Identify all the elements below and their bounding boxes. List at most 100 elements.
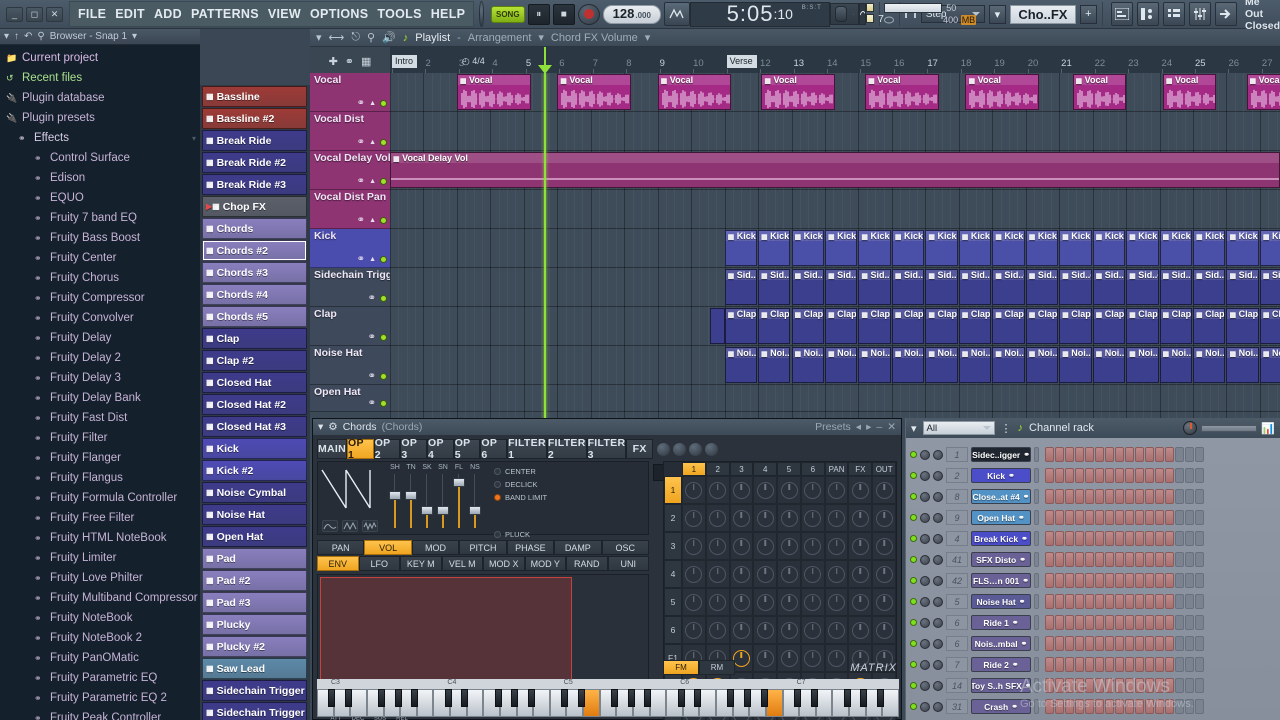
pattern-item[interactable]: ▦ Closed Hat [202,372,307,393]
playlist-clip[interactable]: ▦ Clap [1193,308,1226,344]
step-button[interactable] [1055,510,1064,525]
chevron-down-icon[interactable]: ▾ [132,31,137,42]
channel-volume-knob[interactable] [933,680,943,691]
playlist-clip[interactable]: ▦ Kick [1092,230,1126,266]
step-button[interactable] [1055,447,1064,462]
channel-pan-knob[interactable] [920,470,930,481]
step-button[interactable] [1065,447,1074,462]
slip-icon[interactable]: ⚭ [345,55,354,68]
matrix-knob[interactable] [732,621,750,639]
step-button[interactable] [1155,510,1164,525]
pattern-item[interactable]: ▦ Pad [202,548,307,569]
playlist-clip[interactable]: ▦ Noi..at [758,347,791,383]
channel-pan-knob[interactable] [920,533,930,544]
step-button[interactable] [1095,552,1104,567]
radio-icon[interactable] [494,481,501,488]
matrix-knob[interactable] [828,481,846,499]
draw-icon[interactable]: ✚ [329,55,338,68]
piano-white-key[interactable] [815,689,833,717]
matrix-cell[interactable] [753,560,778,588]
step-button[interactable] [1065,468,1074,483]
channel-name-button[interactable]: FLS…n 001 ⚭ [971,573,1031,588]
step-button[interactable] [1175,489,1184,504]
playlist-clip[interactable]: ▦ Noi..at [1025,347,1059,383]
matrix-cell[interactable] [800,504,825,532]
piano-black-key[interactable] [843,689,851,707]
matrix-cell[interactable] [753,476,778,504]
channel-number[interactable]: 6 [946,615,968,630]
maximize-icon[interactable]: ◻ [26,6,43,22]
step-button[interactable] [1085,636,1094,651]
playlist-clip[interactable]: ▦ Noi..at [858,347,891,383]
magnet-icon[interactable]: ⟷ [329,31,345,44]
menu-item-view[interactable]: VIEW [268,7,301,21]
step-button[interactable] [1135,531,1144,546]
matrix-row-1[interactable]: 1 [664,476,682,504]
step-button[interactable] [1065,573,1074,588]
channel-filter-select[interactable]: All [922,421,995,435]
step-button[interactable] [1195,489,1204,504]
matrix-knob[interactable] [828,565,846,583]
piano-black-key[interactable] [760,689,768,707]
piano-black-key[interactable] [744,689,752,707]
browser-item[interactable]: ⚭ Fruity Center [0,248,200,268]
browser-item[interactable]: ⚭ Effects ▾ [0,128,200,148]
playlist-clip[interactable]: ▦ Vocal [965,74,1040,110]
playlist-clip[interactable]: ▦ Noi..at [958,347,992,383]
playlist-clip[interactable]: ▦ Sid..er [1193,269,1226,305]
piano-white-key[interactable] [583,689,600,717]
presets-label[interactable]: Presets [815,421,851,433]
matrix-knob[interactable] [709,537,727,555]
step-button[interactable] [1075,531,1084,546]
track-led[interactable] [380,400,387,407]
step-button[interactable] [1095,447,1104,462]
browser-item[interactable]: ⚭ Fruity Multiband Compressor [0,588,200,608]
mod-tab-rand[interactable]: RAND [566,556,608,571]
track-led[interactable] [380,334,387,341]
step-button[interactable] [1095,636,1104,651]
mixer-icon[interactable] [1189,2,1211,26]
pattern-item[interactable]: ▦ Chords #5 [202,306,307,327]
step-button[interactable] [1045,615,1054,630]
master-pitch-knob[interactable] [479,1,484,27]
step-button[interactable] [1155,615,1164,630]
matrix-knob[interactable] [875,565,893,583]
playlist-clip[interactable]: ▦ Sid..er [1025,269,1059,305]
noise-wave-icon[interactable] [362,520,378,532]
pattern-item[interactable]: ▦ Bassline [202,86,307,107]
matrix-cell[interactable] [777,588,801,616]
playlist-clip[interactable]: ▦ Kick [858,230,891,266]
step-button[interactable] [1115,573,1124,588]
step-button[interactable] [1115,447,1124,462]
browser-item[interactable]: ⚭ Fruity NoteBook 2 [0,628,200,648]
step-button[interactable] [1085,657,1094,672]
step-button[interactable] [1185,615,1194,630]
step-button[interactable] [1195,510,1204,525]
channel-row[interactable]: 6 Nois..mbal ⚭ [906,633,1280,654]
speaker-icon[interactable]: 🔊 [382,31,396,44]
mod-tab-vel-m[interactable]: VEL M [441,556,483,571]
step-button[interactable] [1065,636,1074,651]
matrix-knob[interactable] [780,593,798,611]
step-button[interactable] [1195,657,1204,672]
matrix-knob[interactable] [709,481,727,499]
step-button[interactable] [1145,510,1154,525]
step-button[interactable] [1045,447,1054,462]
browser-item[interactable]: ⚭ Fruity Fast Dist [0,408,200,428]
matrix-cell[interactable] [800,476,825,504]
channel-number[interactable]: 4 [946,531,968,546]
browser-item[interactable]: ⚭ Fruity Limiter [0,548,200,568]
step-button[interactable] [1095,615,1104,630]
piano-black-key[interactable] [444,689,452,707]
plugin-tab-filter-2[interactable]: FILTER 2 [546,437,587,461]
radio-icon[interactable] [494,531,501,538]
matrix-knob[interactable] [756,509,774,527]
playlist-clip[interactable]: ▦ Kick [1193,230,1226,266]
channel-row[interactable]: 7 Ride 2 ⚭ [906,654,1280,675]
channel-pan-knob[interactable] [920,491,930,502]
step-button[interactable] [1085,468,1094,483]
channel-row[interactable]: 6 Ride 1 ⚭ [906,612,1280,633]
matrix-knob[interactable] [780,537,798,555]
playlist-clip[interactable]: ▦ Sid..er [724,269,758,305]
step-button[interactable] [1075,573,1084,588]
